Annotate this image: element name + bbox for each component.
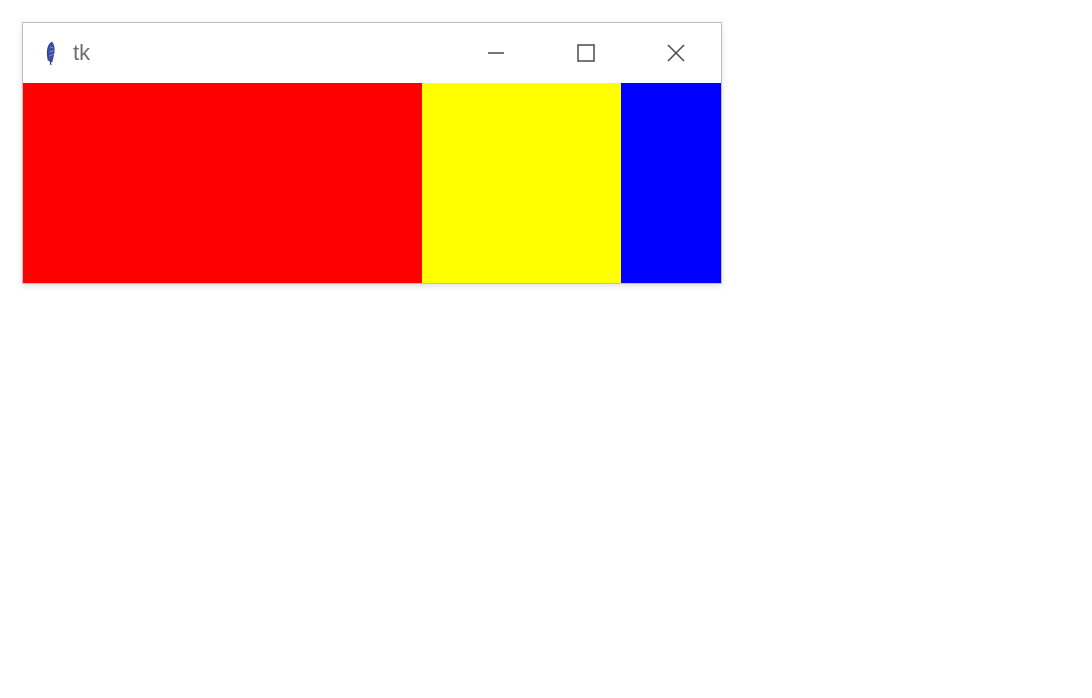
titlebar-left: tk	[23, 39, 90, 67]
red-panel	[23, 83, 422, 283]
window-controls	[451, 23, 721, 83]
blue-panel	[621, 83, 721, 283]
minimize-button[interactable]	[451, 23, 541, 83]
maximize-icon	[577, 44, 595, 62]
app-window: tk	[22, 22, 722, 284]
window-title: tk	[73, 40, 90, 66]
feather-icon	[41, 39, 63, 67]
yellow-panel	[422, 83, 621, 283]
minimize-icon	[486, 43, 506, 63]
maximize-button[interactable]	[541, 23, 631, 83]
window-content	[23, 83, 721, 283]
close-button[interactable]	[631, 23, 721, 83]
titlebar[interactable]: tk	[23, 23, 721, 83]
close-icon	[666, 43, 686, 63]
